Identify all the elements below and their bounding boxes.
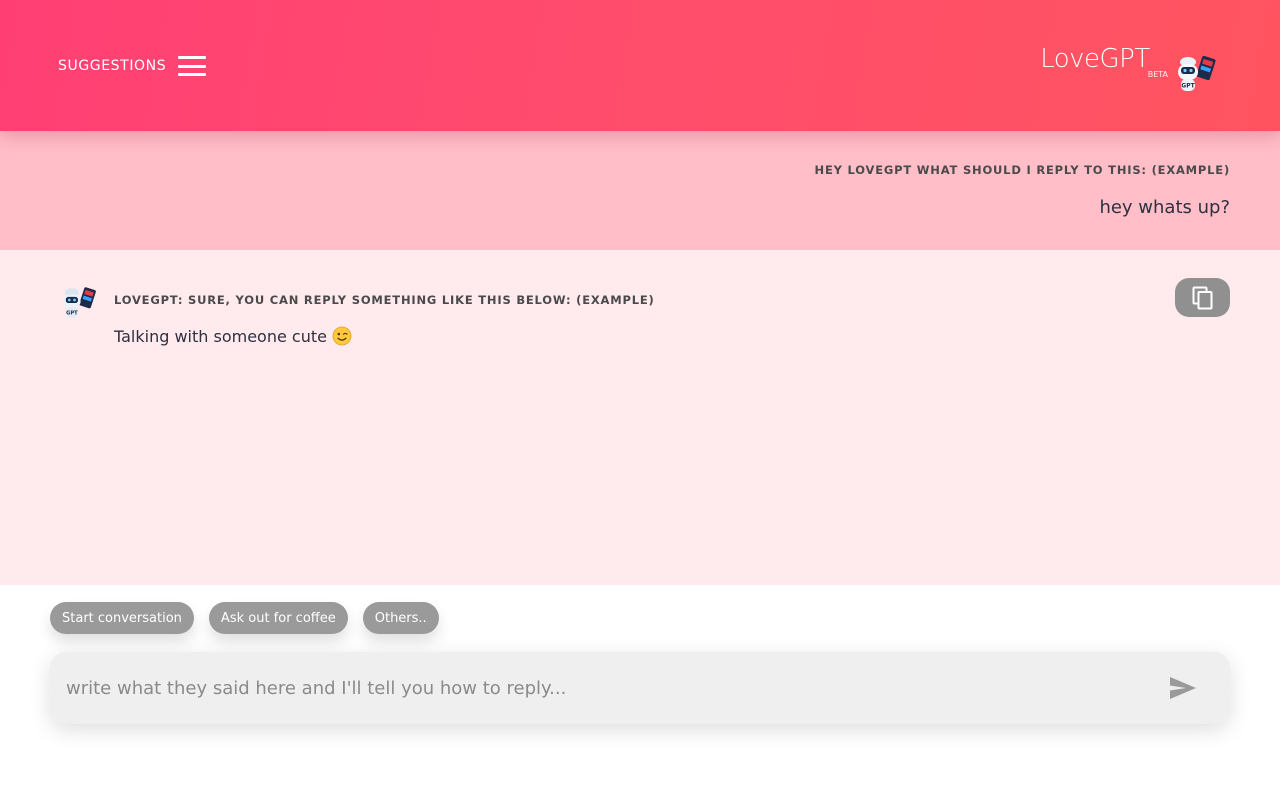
copy-button[interactable] [1175, 278, 1230, 317]
app-header: SUGGESTIONS LoveGPT BETA GPT [0, 0, 1280, 131]
copy-icon [1192, 286, 1212, 309]
robot-logo-icon: GPT [1178, 55, 1216, 91]
message-input-container [50, 652, 1230, 724]
suggestions-label: SUGGESTIONS [58, 58, 167, 74]
suggestion-chips: Start conversation Ask out for coffee Ot… [50, 602, 439, 634]
brand-name: LoveGPT [1040, 44, 1150, 74]
chip-start-conversation[interactable]: Start conversation [50, 602, 194, 634]
beta-badge: BETA [1147, 70, 1168, 79]
chip-others[interactable]: Others.. [362, 602, 439, 634]
robot-badge-text: GPT [1181, 83, 1195, 90]
message-input[interactable] [66, 652, 1146, 724]
user-message-label: HEY LOVEGPT WHAT SHOULD I REPLY TO THIS:… [814, 163, 1230, 177]
brand-logo[interactable]: LoveGPT BETA GPT [1040, 46, 1218, 94]
robot-avatar-icon: GPT [63, 287, 96, 318]
robot-badge-text: GPT [66, 311, 78, 317]
bot-message-label: LOVEGPT: SURE, YOU CAN REPLY SOMETHING L… [114, 293, 655, 307]
user-message-text: hey whats up? [1099, 197, 1230, 218]
send-icon[interactable] [1168, 675, 1198, 701]
suggestions-toggle[interactable]: SUGGESTIONS [58, 52, 207, 80]
hamburger-menu-icon[interactable] [178, 56, 207, 76]
wink-emoji-icon [332, 326, 352, 346]
bot-message: Talking with someone cute [114, 326, 352, 346]
chip-ask-out-for-coffee[interactable]: Ask out for coffee [208, 602, 348, 634]
bot-message-text: Talking with someone cute [114, 326, 327, 346]
user-message-band: HEY LOVEGPT WHAT SHOULD I REPLY TO THIS:… [0, 131, 1280, 250]
